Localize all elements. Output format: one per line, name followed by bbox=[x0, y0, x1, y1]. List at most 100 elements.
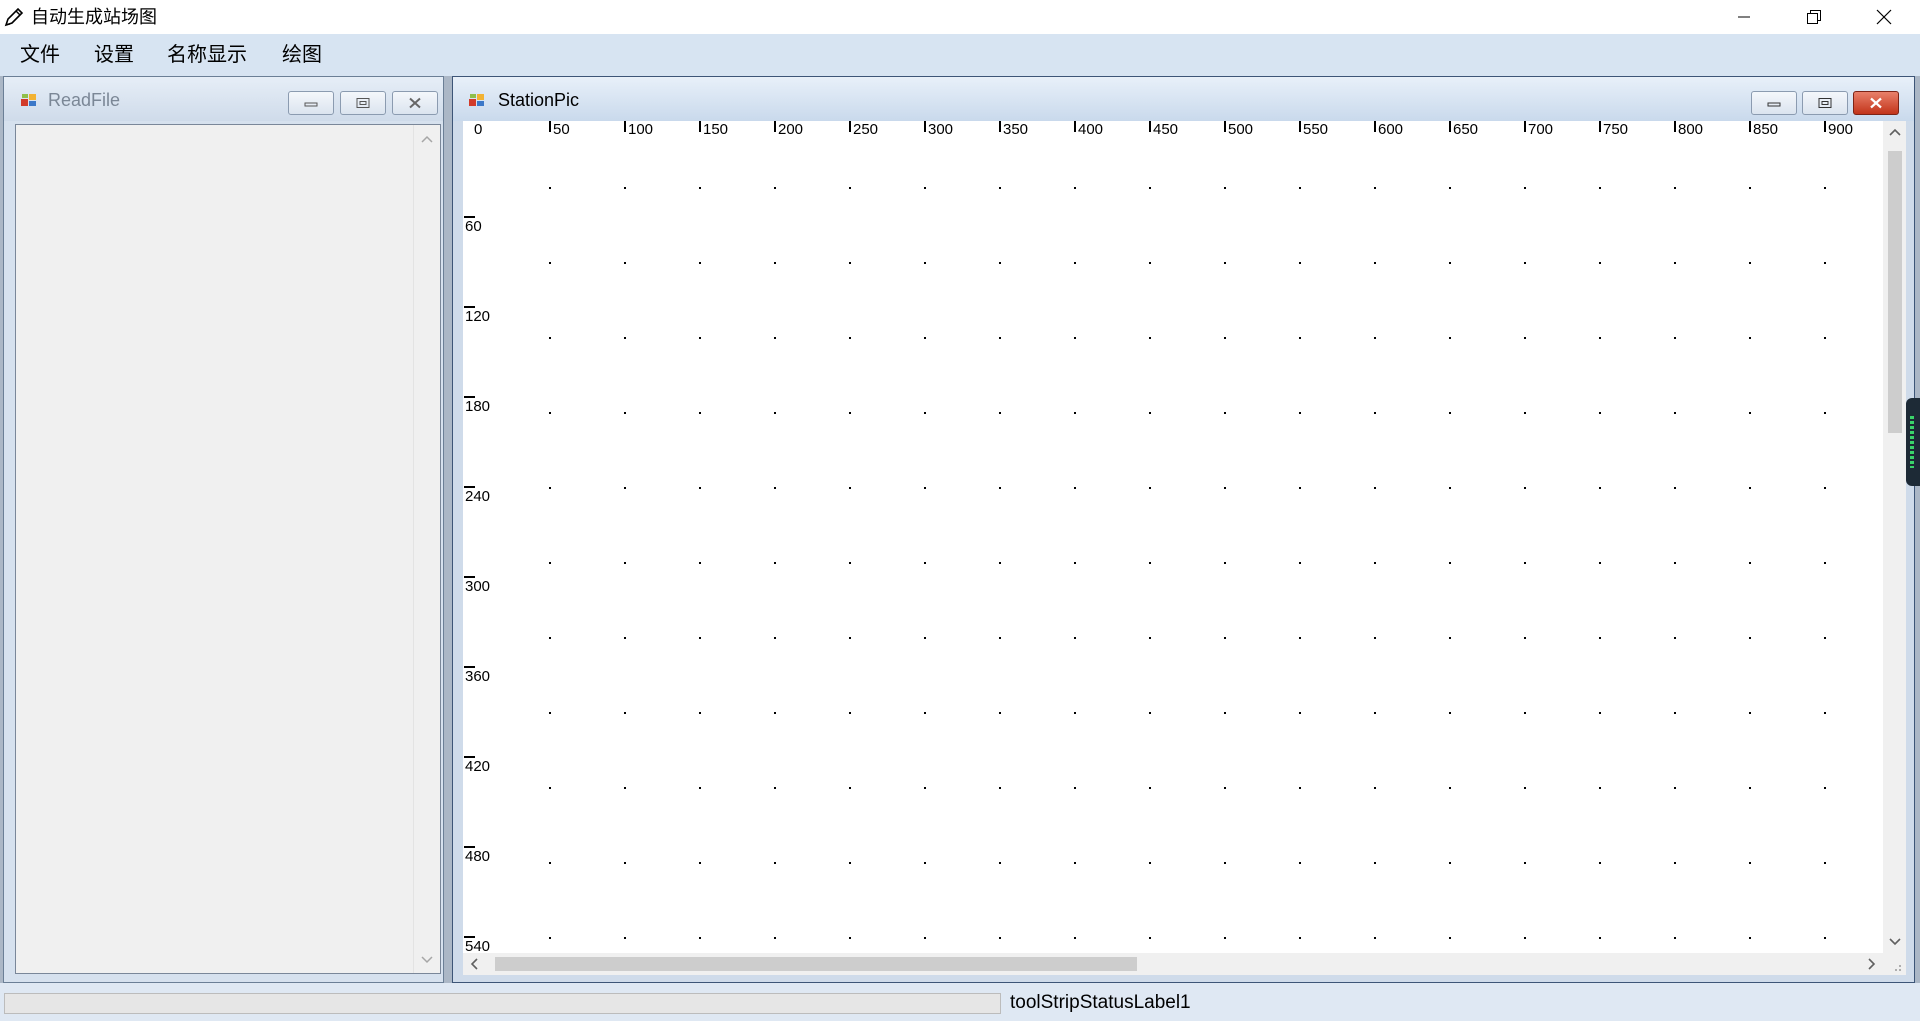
grid-dot bbox=[1674, 937, 1676, 939]
grid-dot bbox=[1749, 862, 1751, 864]
x-ruler-label: 350 bbox=[1003, 121, 1028, 138]
grid-dot bbox=[1449, 187, 1451, 189]
menu-settings[interactable]: 设置 bbox=[90, 34, 138, 76]
grid-dot bbox=[624, 412, 626, 414]
scrollbar-arrows bbox=[421, 135, 433, 964]
minimize-icon bbox=[304, 102, 318, 107]
grid-dot bbox=[1074, 937, 1076, 939]
grid-dot bbox=[1749, 412, 1751, 414]
grid-dot bbox=[999, 187, 1001, 189]
grid-dot bbox=[1524, 712, 1526, 714]
stationpic-content[interactable]: 0 50 100 150 200 250 300 350 400 450 500 550 600 650 7… bbox=[463, 121, 1906, 975]
stationpic-window[interactable]: StationPic 0 50 100 150 200 250 300 350 400 450 50… bbox=[452, 76, 1915, 983]
grid-dot bbox=[1074, 412, 1076, 414]
readfile-window[interactable]: ReadFile bbox=[3, 76, 444, 983]
grid-dot bbox=[1524, 187, 1526, 189]
close-icon bbox=[1870, 97, 1882, 109]
restore-button[interactable] bbox=[1779, 0, 1849, 34]
grid-dot bbox=[1449, 337, 1451, 339]
chevron-right-icon bbox=[1868, 958, 1876, 970]
grid-dot bbox=[1824, 712, 1826, 714]
grid-dot bbox=[774, 862, 776, 864]
readfile-close-button[interactable] bbox=[392, 91, 438, 115]
pencil-icon bbox=[4, 7, 24, 27]
y-ruler-label: 480 bbox=[465, 848, 490, 865]
grid-dot bbox=[1824, 187, 1826, 189]
readfile-content[interactable] bbox=[15, 124, 441, 974]
grid-dot bbox=[1599, 562, 1601, 564]
grid-dot bbox=[1374, 712, 1376, 714]
x-ruler-label: 250 bbox=[853, 121, 878, 138]
grid-dot bbox=[1599, 712, 1601, 714]
grid-dot bbox=[1824, 562, 1826, 564]
stationpic-horizontal-scrollbar[interactable] bbox=[463, 953, 1883, 975]
grid-dot bbox=[1749, 712, 1751, 714]
close-button[interactable] bbox=[1849, 0, 1919, 34]
stationpic-restore-button[interactable] bbox=[1802, 91, 1848, 115]
grid-dot bbox=[549, 487, 551, 489]
stationpic-minimize-button[interactable] bbox=[1751, 91, 1797, 115]
window-title: 自动生成站场图 bbox=[31, 7, 157, 27]
grid-dot bbox=[1224, 712, 1226, 714]
x-ruler-label: 800 bbox=[1678, 121, 1703, 138]
menu-file[interactable]: 文件 bbox=[16, 34, 64, 76]
grid-dot bbox=[1524, 412, 1526, 414]
grid-dot bbox=[1149, 487, 1151, 489]
grid-dot bbox=[924, 937, 926, 939]
grid-dot bbox=[849, 262, 851, 264]
grid-dot bbox=[1449, 787, 1451, 789]
grid-dot bbox=[774, 187, 776, 189]
grid-dot bbox=[1224, 562, 1226, 564]
grid-dot bbox=[774, 412, 776, 414]
drawing-canvas[interactable]: 0 50 100 150 200 250 300 350 400 450 500 550 600 650 7… bbox=[463, 121, 1883, 953]
grid-dot bbox=[624, 337, 626, 339]
stationpic-titlebar[interactable]: StationPic bbox=[453, 77, 1914, 121]
readfile-vertical-scrollbar[interactable] bbox=[413, 125, 440, 973]
grid-dot bbox=[849, 187, 851, 189]
size-grip[interactable] bbox=[1883, 953, 1906, 975]
restore-icon bbox=[356, 98, 370, 108]
grid-dot bbox=[1599, 787, 1601, 789]
x-ruler-label: 200 bbox=[778, 121, 803, 138]
y-ruler-label: 300 bbox=[465, 578, 490, 595]
grid-dot bbox=[1749, 562, 1751, 564]
minimize-button[interactable] bbox=[1709, 0, 1779, 34]
grid-dot bbox=[999, 712, 1001, 714]
x-ruler-label: 50 bbox=[553, 121, 570, 138]
readfile-minimize-button[interactable] bbox=[288, 91, 334, 115]
grid-dot bbox=[549, 262, 551, 264]
grid-dot bbox=[1299, 787, 1301, 789]
grid-dot bbox=[549, 712, 551, 714]
grid-dot bbox=[624, 637, 626, 639]
y-ruler-label: 360 bbox=[465, 668, 490, 685]
y-ruler-label: 420 bbox=[465, 758, 490, 775]
horizontal-scroll-thumb[interactable] bbox=[495, 957, 1137, 971]
menu-name-display[interactable]: 名称显示 bbox=[163, 34, 251, 76]
readfile-restore-button[interactable] bbox=[340, 91, 386, 115]
vertical-scroll-thumb[interactable] bbox=[1888, 151, 1902, 433]
y-ruler-label: 540 bbox=[465, 938, 490, 953]
stationpic-vertical-scrollbar[interactable] bbox=[1883, 121, 1906, 953]
grid-dot bbox=[1224, 937, 1226, 939]
side-widget-tab[interactable] bbox=[1906, 398, 1920, 486]
status-progress-bar bbox=[4, 993, 1001, 1014]
grid-dot bbox=[1299, 862, 1301, 864]
grid-dot bbox=[1449, 637, 1451, 639]
grid-dot bbox=[849, 637, 851, 639]
grid-dot bbox=[1074, 712, 1076, 714]
grid-dot bbox=[1749, 787, 1751, 789]
grid-dot bbox=[1224, 862, 1226, 864]
grid-dot bbox=[1074, 787, 1076, 789]
x-ruler-label: 750 bbox=[1603, 121, 1628, 138]
readfile-titlebar[interactable]: ReadFile bbox=[4, 77, 443, 121]
grid-dot bbox=[1524, 862, 1526, 864]
grid-dot bbox=[849, 787, 851, 789]
menu-draw[interactable]: 绘图 bbox=[278, 34, 326, 76]
chevron-up-icon bbox=[421, 135, 433, 143]
x-ruler-label: 400 bbox=[1078, 121, 1103, 138]
stationpic-close-button[interactable] bbox=[1853, 91, 1899, 115]
grid-dot bbox=[1824, 412, 1826, 414]
grid-dot bbox=[1674, 487, 1676, 489]
grid-dot bbox=[924, 712, 926, 714]
app-window-icon bbox=[21, 94, 36, 106]
